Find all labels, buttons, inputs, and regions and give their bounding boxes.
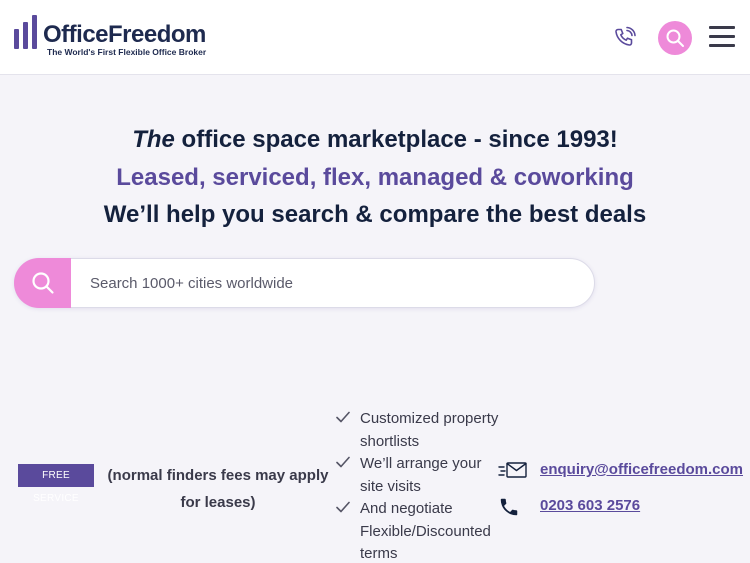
feature-text: Customized property shortlists: [360, 410, 499, 450]
search-icon: [32, 272, 54, 294]
hero-heading-rest: office space marketplace - since 1993!: [174, 126, 618, 153]
finders-fee-note: (normal finders fees may apply for lease…: [107, 467, 329, 511]
search-icon: [666, 29, 684, 47]
hero-heading-line3: We’ll help you search & compare the best…: [103, 201, 647, 228]
phone-icon: [500, 498, 518, 516]
hero-heading-line1: The office space marketplace - since 199…: [0, 126, 750, 154]
feature-text: And negotiate Flexible/Discounted terms: [360, 500, 491, 562]
contact-email-link[interactable]: enquiry@officefreedom.com: [540, 461, 743, 478]
city-search-input[interactable]: [90, 272, 570, 294]
brand-tagline: The World's First Flexible Office Broker: [47, 47, 207, 57]
city-search-submit[interactable]: [14, 258, 71, 308]
hero-heading-emphasis: The: [132, 126, 175, 153]
free-service-badge: FREE SERVICE: [18, 464, 94, 504]
phone-button[interactable]: [613, 26, 637, 50]
menu-bar: [709, 35, 735, 38]
logo-bars-icon: [14, 15, 37, 49]
site-header: OfficeFreedom The World's First Flexible…: [0, 0, 750, 75]
phone-icon: [615, 26, 636, 46]
brand-name: OfficeFreedom: [43, 21, 206, 48]
feature-text: We’ll arrange your site visits: [360, 455, 482, 495]
feature-item: And negotiate Flexible/Discounted terms: [336, 498, 501, 563]
hamburger-menu-button[interactable]: [709, 26, 737, 48]
hero-heading-line2: Leased, serviced, flex, managed & cowork…: [116, 164, 634, 191]
city-search-bar: [14, 258, 595, 308]
contact-phone-link[interactable]: 0203 603 2576: [540, 497, 640, 514]
feature-item: We’ll arrange your site visits: [336, 453, 501, 498]
logo[interactable]: OfficeFreedom The World's First Flexible…: [13, 15, 213, 60]
check-icon: [336, 411, 350, 423]
check-icon: [336, 456, 350, 468]
menu-bar: [709, 44, 735, 47]
feature-item: Customized property shortlists: [336, 408, 501, 453]
envelope-icon: [498, 462, 527, 478]
header-search-button[interactable]: [658, 21, 692, 55]
feature-list: Customized property shortlists We’ll arr…: [336, 408, 501, 563]
check-icon: [336, 501, 350, 513]
menu-bar: [709, 26, 735, 29]
